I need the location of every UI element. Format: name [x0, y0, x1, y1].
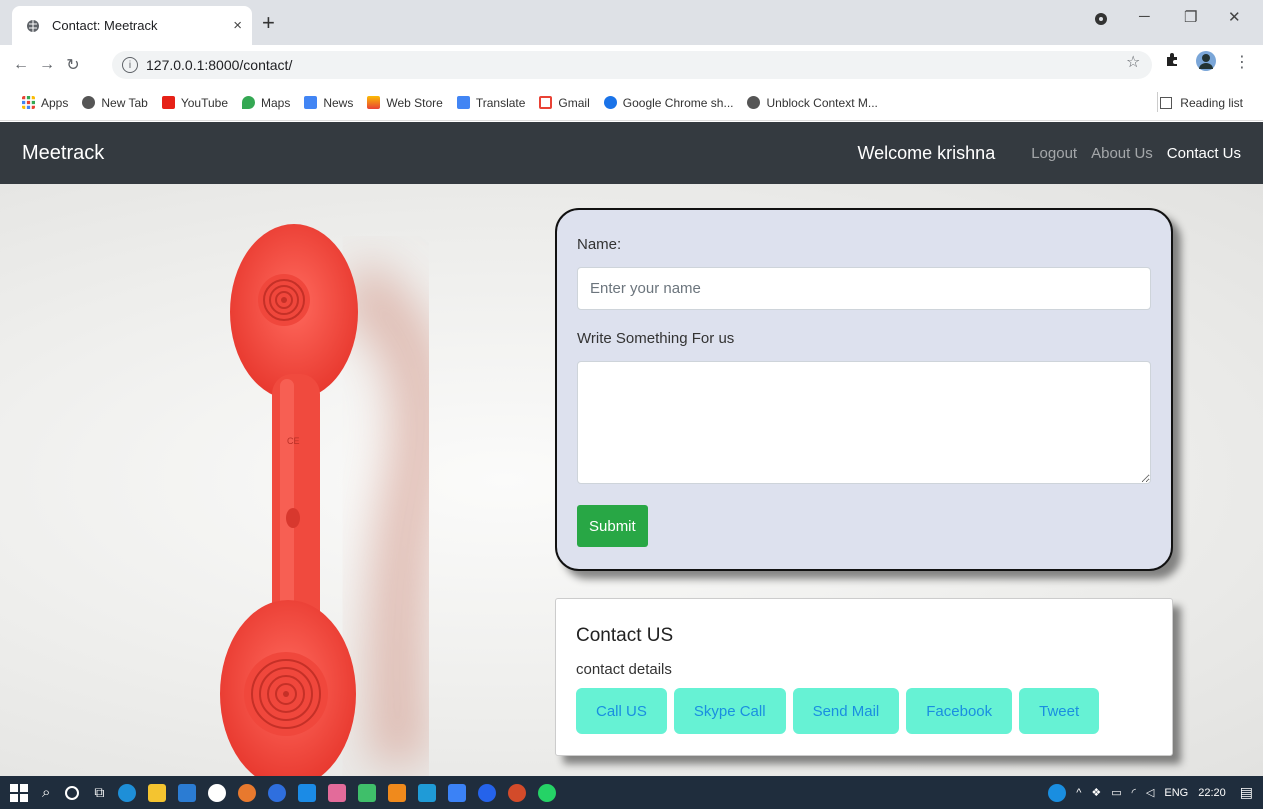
photos-icon[interactable]: [418, 783, 437, 802]
info-icon[interactable]: i: [122, 57, 138, 73]
facebook-button[interactable]: Facebook: [906, 688, 1013, 734]
web-store-icon: [367, 96, 381, 109]
clock[interactable]: 22:20: [1198, 787, 1226, 799]
bookmarks-divider: [1157, 92, 1158, 112]
system-tray: ^ ❖ ▭ ◜ ◁ ENG 22:20 ▤: [1038, 776, 1253, 809]
edge-icon[interactable]: [118, 783, 137, 802]
language-indicator[interactable]: ENG: [1164, 787, 1188, 799]
reading-list-button[interactable]: Reading list: [1160, 96, 1243, 110]
app-icon[interactable]: [448, 783, 467, 802]
translate-icon: [456, 96, 470, 109]
task-view-icon[interactable]: ⧉: [94, 784, 104, 801]
maps-pin-icon: [242, 96, 255, 109]
app-icon[interactable]: [208, 783, 227, 802]
volume-icon[interactable]: ◁: [1146, 786, 1154, 799]
browser-tab-strip: Contact: Meetrack × + ─ ❐ ✕: [0, 0, 1263, 45]
nav-contact-us[interactable]: Contact Us: [1167, 145, 1241, 162]
apps-grid-icon: [22, 96, 35, 109]
browser-toolbar: ← → ↻ i 127.0.0.1:8000/contact/: [0, 45, 1263, 85]
bookmark-google-chrome[interactable]: Google Chrome sh...: [603, 96, 733, 110]
globe-icon: [27, 19, 39, 32]
skype-call-button[interactable]: Skype Call: [673, 688, 786, 734]
star-icon[interactable]: ☆: [1126, 52, 1140, 72]
youtube-icon: [161, 96, 175, 109]
reload-icon[interactable]: ↻: [60, 55, 86, 75]
app-icon[interactable]: [328, 783, 347, 802]
bookmark-unblock-context[interactable]: Unblock Context M...: [747, 96, 878, 110]
reading-list-icon: [1160, 97, 1173, 109]
bookmark-maps[interactable]: Maps: [242, 96, 290, 110]
nav-about-us[interactable]: About Us: [1091, 145, 1153, 162]
message-label: Write Something For us: [577, 330, 735, 347]
file-explorer-icon[interactable]: [148, 783, 167, 802]
nav-logout[interactable]: Logout: [1031, 145, 1077, 162]
vscode-icon[interactable]: [298, 783, 317, 802]
menu-icon[interactable]: ⋮: [1234, 52, 1250, 72]
notifications-icon[interactable]: ▤: [1240, 784, 1253, 801]
app-icon[interactable]: [478, 783, 497, 802]
bookmark-web-store[interactable]: Web Store: [367, 96, 443, 110]
name-input[interactable]: [577, 267, 1151, 310]
bookmark-translate[interactable]: Translate: [456, 96, 525, 110]
call-us-button[interactable]: Call US: [576, 688, 667, 734]
help-icon[interactable]: [1048, 783, 1067, 802]
globe-icon: [747, 96, 761, 109]
welcome-text: Welcome krishna: [857, 142, 996, 163]
app-icon[interactable]: [358, 783, 377, 802]
restore-icon[interactable]: ❐: [1184, 8, 1197, 26]
url-text: 127.0.0.1:8000/contact/: [146, 57, 293, 73]
brand-logo[interactable]: Meetrack: [22, 142, 104, 165]
back-icon[interactable]: ←: [8, 56, 34, 74]
minimize-icon[interactable]: ─: [1139, 8, 1150, 25]
opera-icon[interactable]: [268, 783, 287, 802]
powerpoint-icon[interactable]: [508, 783, 527, 802]
news-icon: [304, 96, 318, 109]
vlc-icon[interactable]: [388, 783, 407, 802]
extensions-icon[interactable]: [1165, 52, 1179, 71]
bookmark-new-tab[interactable]: New Tab: [82, 96, 148, 110]
globe-icon: [82, 96, 96, 109]
tab-title: Contact: Meetrack: [52, 18, 158, 33]
address-bar[interactable]: i 127.0.0.1:8000/contact/: [112, 51, 1152, 79]
chrome-taskbar-icon[interactable]: [238, 783, 257, 802]
gmail-icon: [539, 96, 553, 109]
browser-tab[interactable]: Contact: Meetrack ×: [12, 6, 252, 45]
cortana-icon[interactable]: [64, 785, 80, 801]
search-icon[interactable]: ⌕: [42, 784, 50, 801]
profile-dot-icon[interactable]: [1094, 12, 1108, 30]
message-form-card: Name: Write Something For us Submit: [555, 208, 1173, 571]
name-label: Name:: [577, 236, 622, 253]
contact-subtitle: contact details: [576, 661, 672, 678]
bookmark-news[interactable]: News: [304, 96, 353, 110]
mail-icon[interactable]: [178, 783, 197, 802]
forward-icon[interactable]: →: [34, 56, 60, 74]
svg-text:CE: CE: [287, 436, 300, 446]
submit-button[interactable]: Submit: [577, 505, 648, 547]
whatsapp-icon[interactable]: [538, 783, 557, 802]
message-textarea[interactable]: [577, 361, 1151, 484]
contact-title: Contact US: [576, 625, 674, 646]
dropbox-icon[interactable]: ❖: [1091, 786, 1101, 799]
tweet-button[interactable]: Tweet: [1019, 688, 1100, 734]
contact-details-card: Contact US contact details Call US Skype…: [555, 598, 1173, 756]
close-tab-icon[interactable]: ×: [233, 17, 242, 34]
navbar-right: Welcome krishna Logout About Us Contact …: [857, 143, 1241, 164]
app-navbar: Meetrack Welcome krishna Logout About Us…: [0, 122, 1263, 184]
battery-icon[interactable]: ▭: [1111, 786, 1121, 799]
windows-taskbar: ⌕ ⧉ ^ ❖ ▭ ◜ ◁ ENG 22:20 ▤: [0, 776, 1263, 809]
close-window-icon[interactable]: ✕: [1228, 8, 1241, 26]
bookmark-apps[interactable]: Apps: [22, 96, 68, 110]
contact-buttons: Call US Skype Call Send Mail Facebook Tw…: [576, 688, 1152, 734]
chrome-icon: [603, 96, 617, 109]
chevron-up-icon[interactable]: ^: [1076, 787, 1081, 799]
bookmark-gmail[interactable]: Gmail: [539, 96, 590, 110]
send-mail-button[interactable]: Send Mail: [792, 688, 900, 734]
windows-start-icon[interactable]: [10, 783, 28, 802]
wifi-icon[interactable]: ◜: [1132, 786, 1136, 799]
new-tab-button[interactable]: +: [262, 10, 275, 36]
bookmark-youtube[interactable]: YouTube: [161, 96, 228, 110]
avatar[interactable]: [1195, 50, 1217, 77]
bookmarks-bar: Apps New Tab YouTube Maps News Web Store…: [0, 85, 1263, 121]
